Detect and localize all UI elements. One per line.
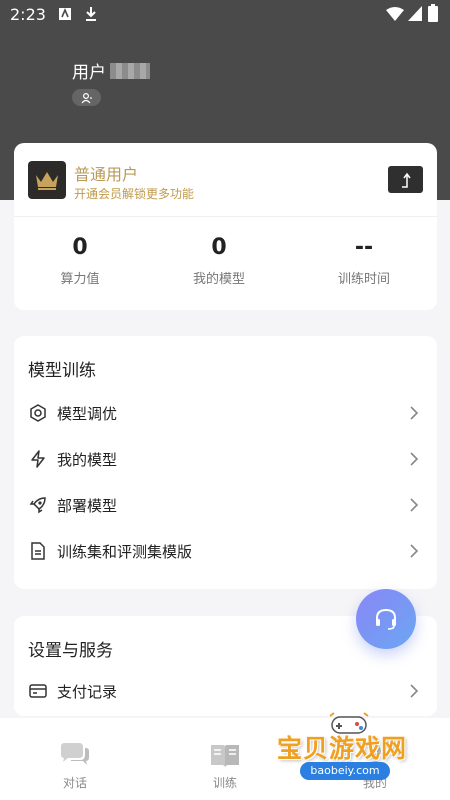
document-icon [31, 542, 45, 560]
profile-tag[interactable] [72, 89, 101, 106]
tab-label: 对话 [62, 776, 87, 790]
watermark-text: 宝贝游戏网 [277, 734, 408, 763]
chevron-right-icon [410, 406, 419, 420]
watermark-url: baobeiy.com [300, 762, 390, 780]
tab-label: 训练 [212, 776, 237, 790]
menu-label: 训练集和评测集模版 [57, 542, 193, 561]
name-mask [110, 62, 150, 79]
training-card: 模型训练 模型调优 我的模型 部署模型 训练集和评测集模版 [14, 336, 437, 589]
menu-item-my-models[interactable]: 我的模型 [14, 436, 437, 482]
service-section-title: 设置与服务 [28, 641, 113, 661]
user-tag-icon [81, 92, 92, 103]
profile-name-text: 用户 [72, 63, 106, 83]
customer-service-button[interactable] [356, 589, 416, 649]
hexagon-settings-icon [30, 404, 46, 422]
menu-label: 模型调优 [57, 404, 118, 423]
member-upgrade-button[interactable] [388, 166, 423, 193]
card-icon [29, 684, 47, 698]
menu-item-model-tuning[interactable]: 模型调优 [14, 390, 437, 436]
stat-value: 0 [72, 235, 88, 260]
status-time: 2:23 [10, 5, 46, 24]
rocket-icon [29, 497, 46, 514]
menu-item-deploy-model[interactable]: 部署模型 [14, 482, 437, 528]
training-section-title: 模型训练 [28, 361, 96, 381]
stat-compute[interactable]: 0 算力值 [20, 235, 140, 287]
book-icon [211, 745, 239, 767]
stat-label: 算力值 [60, 272, 100, 287]
menu-label: 我的模型 [57, 450, 118, 469]
crown-avatar [28, 161, 66, 199]
chevron-right-icon [410, 452, 419, 466]
chat-icon [61, 743, 89, 765]
chevron-right-icon [410, 684, 419, 698]
status-bar: 2:23 [0, 0, 450, 30]
menu-item-dataset-templates[interactable]: 训练集和评测集模版 [14, 528, 437, 574]
stat-label: 我的模型 [192, 272, 245, 287]
signal-icon [408, 6, 422, 21]
stat-training-time[interactable]: -- 训练时间 [304, 235, 424, 287]
lightning-icon [31, 450, 45, 468]
arrow-up-icon [401, 172, 411, 188]
member-level: 普通用户 [74, 165, 139, 184]
download-icon [86, 7, 96, 21]
divider [14, 216, 437, 217]
crown-icon [36, 172, 58, 190]
stat-value: -- [354, 235, 374, 260]
chevron-right-icon [410, 544, 419, 558]
tab-training[interactable]: 训练 [185, 742, 265, 791]
stat-models[interactable]: 0 我的模型 [159, 235, 279, 287]
app-notification-icon [59, 7, 71, 20]
headset-icon [376, 608, 396, 630]
stat-label: 训练时间 [337, 272, 390, 287]
battery-icon [428, 4, 438, 22]
chevron-right-icon [410, 498, 419, 512]
member-card: 普通用户 开通会员解锁更多功能 0 算力值 0 我的模型 -- 训练时间 [14, 143, 437, 310]
stat-value: 0 [211, 235, 227, 260]
menu-label: 部署模型 [57, 496, 118, 515]
wifi-icon [386, 7, 404, 21]
tab-chat[interactable]: 对话 [35, 742, 115, 791]
watermark: 宝贝游戏网 baobeiy.com [274, 712, 424, 792]
menu-label: 支付记录 [57, 682, 118, 701]
menu-item-payment-records[interactable]: 支付记录 [14, 668, 437, 714]
profile-name[interactable]: 用户 [72, 58, 150, 83]
member-upgrade-hint[interactable]: 开通会员解锁更多功能 [74, 185, 194, 202]
